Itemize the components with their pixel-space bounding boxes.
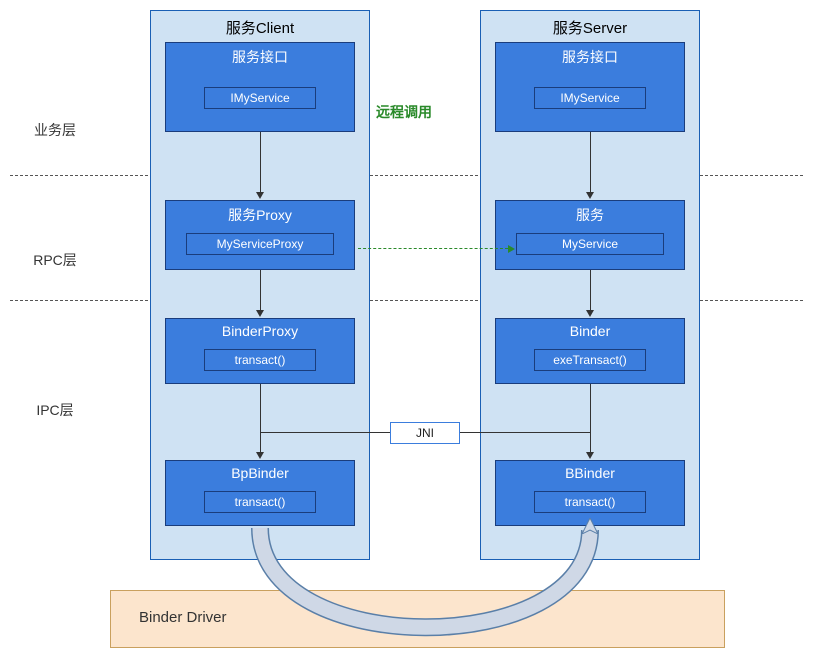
driver-curve-arrow (0, 0, 813, 660)
